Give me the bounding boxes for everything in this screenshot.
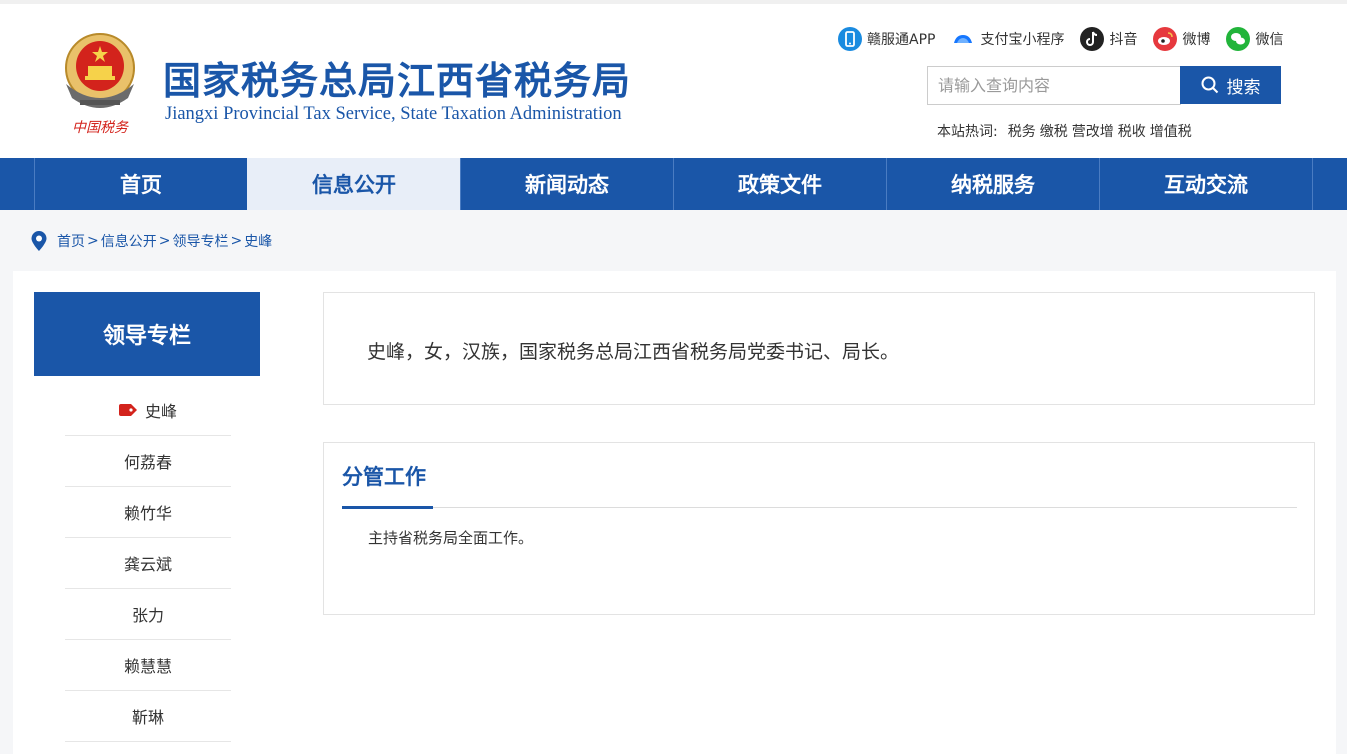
breadcrumb-separator: > [87,233,99,249]
breadcrumb-current[interactable]: 史峰 [244,231,272,251]
sidebar-item-label: 赖慧慧 [123,657,172,676]
leader-intro-text: 史峰，女，汉族，国家税务总局江西省税务局党委书记、局长。 [367,341,900,363]
breadcrumb-home[interactable]: 首页 [57,231,85,251]
tax-emblem-logo[interactable]: 中国税务 [58,28,142,140]
emblem-caption: 中国税务 [72,120,129,136]
breadcrumb-separator: > [230,233,243,249]
site-title[interactable]: 国家税务总局江西省税务局 [163,50,631,105]
douyin-icon [1080,27,1105,51]
site-subtitle: Jiangxi Provincial Tax Service, State Ta… [165,104,622,124]
duty-panel: 分管工作 主持省税务局全面工作。 [323,442,1315,615]
nav-item-info-disclosure[interactable]: 信息公开 [247,158,460,210]
duty-title-underline [342,506,433,509]
location-pin-icon [31,231,47,251]
hotwords: 本站热词: 税务 缴税 营改增 税收 增值税 [937,121,1192,141]
social-label: 微博 [1182,32,1211,48]
sidebar-item-label: 赖竹华 [123,504,172,523]
tag-icon [118,404,137,416]
sidebar-item-label: 何荔春 [123,453,172,472]
sidebar-item-leader[interactable]: 史峰 [65,385,231,436]
search-icon [1201,76,1218,94]
duty-text: 主持省税务局全面工作。 [368,529,534,547]
breadcrumb-leaders[interactable]: 领导专栏 [172,231,228,251]
sidebar-item-leader[interactable]: 张力 [65,589,231,640]
breadcrumb: 首页 > 信息公开 > 领导专栏 > 史峰 [30,230,272,252]
nav-item-policy[interactable]: 政策文件 [673,158,886,210]
social-link-app[interactable]: 赣服通APP [838,27,935,51]
hotword-link[interactable]: 缴税 [1040,121,1068,141]
main-nav: 首页 信息公开 新闻动态 政策文件 纳税服务 互动交流 [0,158,1347,210]
duty-title: 分管工作 [342,465,426,489]
nav-item-interaction[interactable]: 互动交流 [1099,158,1313,210]
social-label: 抖音 [1109,32,1138,48]
social-link-douyin[interactable]: 抖音 [1080,27,1137,51]
sidebar-item-leader[interactable]: 靳琳 [65,691,231,742]
search-button-label: 搜索 [1226,77,1261,98]
duty-divider [342,507,1297,508]
site-header: 中国税务 国家税务总局江西省税务局 Jiangxi Provincial Tax… [0,0,1347,158]
weibo-icon [1153,27,1178,51]
sidebar-item-leader[interactable]: 赖慧慧 [65,640,231,691]
sidebar-item-label: 靳琳 [131,708,164,727]
hotword-link[interactable]: 税收 [1118,121,1146,141]
social-link-wechat[interactable]: 微信 [1226,27,1283,51]
social-link-alipay[interactable]: 支付宝小程序 [951,27,1064,51]
sidebar-item-label: 史峰 [144,402,177,421]
sidebar-title: 领导专栏 [34,292,260,376]
leader-intro-panel: 史峰，女，汉族，国家税务总局江西省税务局党委书记、局长。 [323,292,1315,405]
social-label: 赣服通APP [867,32,936,48]
social-label: 微信 [1255,32,1284,48]
nav-item-news[interactable]: 新闻动态 [460,158,673,210]
sidebar-item-label: 张力 [131,606,164,625]
hotwords-label: 本站热词: [937,124,998,140]
sidebar-item-leader[interactable]: 赖竹华 [65,487,231,538]
sidebar-item-leader[interactable]: 龚云斌 [65,538,231,589]
sidebar-item-label: 龚云斌 [123,555,172,574]
breadcrumb-separator: > [158,233,171,249]
social-label: 支付宝小程序 [980,32,1065,48]
main-content: 领导专栏 史峰 何荔春 赖竹华 龚云斌 张力 赖慧慧 靳琳 史峰，女，汉族，国家… [13,271,1336,754]
sidebar-list: 史峰 何荔春 赖竹华 龚云斌 张力 赖慧慧 靳琳 [65,385,231,742]
nav-item-home[interactable]: 首页 [34,158,247,210]
hotword-link[interactable]: 营改增 [1072,121,1114,141]
hotword-link[interactable]: 增值税 [1150,121,1192,141]
social-links: 赣服通APP 支付宝小程序 抖音 微博 微信 [838,26,1283,52]
social-link-weibo[interactable]: 微博 [1153,27,1210,51]
search-input[interactable] [927,66,1181,105]
search-button[interactable]: 搜索 [1180,66,1281,104]
sidebar-item-leader[interactable]: 何荔春 [65,436,231,487]
wechat-icon [1226,27,1251,51]
alipay-icon [954,35,973,43]
hotword-link[interactable]: 税务 [1008,121,1036,141]
nav-item-tax-service[interactable]: 纳税服务 [886,158,1099,210]
breadcrumb-info-disclosure[interactable]: 信息公开 [101,231,157,251]
app-icon [838,27,862,51]
